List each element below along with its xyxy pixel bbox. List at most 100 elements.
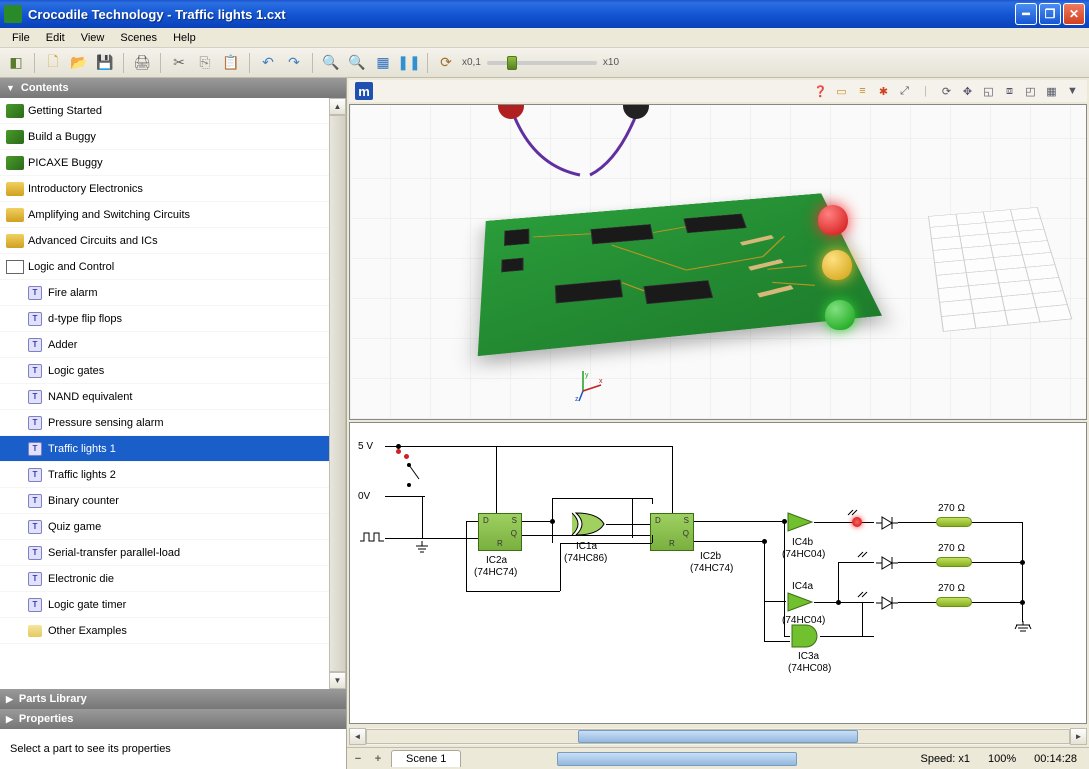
tree-item-intro-electronics[interactable]: Introductory Electronics bbox=[0, 176, 346, 202]
print-icon[interactable]: 🖨 bbox=[132, 53, 152, 73]
save-file-icon[interactable]: 💾 bbox=[95, 53, 115, 73]
menu-scenes[interactable]: Scenes bbox=[112, 30, 165, 46]
hscroll-left-icon[interactable]: ◄ bbox=[349, 728, 366, 745]
tool-menu-icon[interactable]: ▼ bbox=[1064, 83, 1081, 100]
parts-library-header[interactable]: ▶ Parts Library bbox=[0, 689, 346, 709]
tool-grid-icon[interactable]: ▦ bbox=[1043, 83, 1060, 100]
resistor2[interactable] bbox=[936, 557, 972, 567]
mode-icon[interactable]: m bbox=[355, 82, 373, 100]
speed-slider[interactable] bbox=[487, 61, 597, 65]
contents-scrollbar[interactable]: ▲ ▼ bbox=[329, 98, 346, 689]
buffer2-icon[interactable] bbox=[786, 591, 816, 613]
tree-item-adder[interactable]: TAdder bbox=[0, 332, 346, 358]
tree-item-getting-started[interactable]: Getting Started bbox=[0, 98, 346, 124]
ic4b-label: IC4b bbox=[792, 537, 813, 548]
tool-cube2-icon[interactable]: ⧈ bbox=[1001, 83, 1018, 100]
chevron-down-icon: ▼ bbox=[6, 83, 15, 93]
and-gate-icon[interactable] bbox=[790, 623, 822, 649]
tree-item-nand[interactable]: TNAND equivalent bbox=[0, 384, 346, 410]
minimize-button[interactable]: ━ bbox=[1015, 3, 1037, 25]
tool-icon[interactable]: ⟳ bbox=[436, 53, 456, 73]
zoom-plus-button[interactable]: + bbox=[371, 752, 385, 766]
menu-help[interactable]: Help bbox=[165, 30, 204, 46]
tree-item-serial-transfer[interactable]: TSerial-transfer parallel-load bbox=[0, 540, 346, 566]
contents-header[interactable]: ▼ Contents bbox=[0, 78, 346, 98]
open-file-icon[interactable]: 📂 bbox=[69, 53, 89, 73]
tool-rotate-icon[interactable]: ⟳ bbox=[938, 83, 955, 100]
tree-item-picaxe-buggy[interactable]: PICAXE Buggy bbox=[0, 150, 346, 176]
tree-item-advanced[interactable]: Advanced Circuits and ICs bbox=[0, 228, 346, 254]
contents-header-label: Contents bbox=[21, 82, 69, 94]
schematic-view[interactable]: 5 V 0V bbox=[349, 422, 1087, 724]
speed-thumb[interactable] bbox=[507, 56, 517, 70]
tree-item-pressure[interactable]: TPressure sensing alarm bbox=[0, 410, 346, 436]
zoom-minus-button[interactable]: − bbox=[351, 752, 365, 766]
tree-item-electronic-die[interactable]: TElectronic die bbox=[0, 566, 346, 592]
tree-item-logic-timer[interactable]: TLogic gate timer bbox=[0, 592, 346, 618]
pause-icon[interactable]: ❚❚ bbox=[399, 53, 419, 73]
copy-icon[interactable]: ⎘ bbox=[195, 53, 215, 73]
scroll-up-icon[interactable]: ▲ bbox=[329, 98, 346, 115]
window-title: Crocodile Technology - Traffic lights 1.… bbox=[28, 7, 1015, 22]
buffer1-icon[interactable] bbox=[786, 511, 816, 533]
grid-icon[interactable]: ▦ bbox=[373, 53, 393, 73]
ground-icon bbox=[414, 541, 430, 555]
resistor3[interactable] bbox=[936, 597, 972, 607]
schematic-hscroll[interactable]: ◄ ► bbox=[349, 728, 1087, 745]
tree-item-build-buggy[interactable]: Build a Buggy bbox=[0, 124, 346, 150]
tree-item-dtype[interactable]: Td-type flip flops bbox=[0, 306, 346, 332]
maximize-button[interactable]: ❐ bbox=[1039, 3, 1061, 25]
tool-cube3-icon[interactable]: ◰ bbox=[1022, 83, 1039, 100]
ic2b-box[interactable]: D S R Q bbox=[650, 513, 694, 551]
tree-item-traffic1[interactable]: TTraffic lights 1 bbox=[0, 436, 346, 462]
menu-edit[interactable]: Edit bbox=[38, 30, 73, 46]
new-file-icon[interactable]: 🗋 bbox=[43, 53, 63, 73]
label-5v: 5 V bbox=[358, 441, 373, 452]
switch-icon[interactable] bbox=[403, 461, 427, 491]
tree-item-traffic2[interactable]: TTraffic lights 2 bbox=[0, 462, 346, 488]
undo-icon[interactable]: ↶ bbox=[258, 53, 278, 73]
tool-move-icon[interactable]: ✥ bbox=[959, 83, 976, 100]
help-icon[interactable]: ❓ bbox=[812, 83, 829, 100]
bottom-scroll[interactable] bbox=[557, 752, 797, 766]
zoom-in-icon[interactable]: 🔍 bbox=[321, 53, 341, 73]
resistor1[interactable] bbox=[936, 517, 972, 527]
svg-text:z: z bbox=[575, 396, 579, 403]
menu-view[interactable]: View bbox=[73, 30, 113, 46]
contents-tree: Getting Started Build a Buggy PICAXE Bug… bbox=[0, 98, 346, 689]
tree-item-fire-alarm[interactable]: TFire alarm bbox=[0, 280, 346, 306]
ic2a-box[interactable]: D S R Q bbox=[478, 513, 522, 551]
zoom-out-icon[interactable]: 🔍 bbox=[347, 53, 367, 73]
properties-header[interactable]: ▶ Properties bbox=[0, 709, 346, 729]
paste-icon[interactable]: 📋 bbox=[221, 53, 241, 73]
cut-icon[interactable]: ✂ bbox=[169, 53, 189, 73]
status-bar: Speed: x1 100% 00:14:28 bbox=[920, 753, 1085, 765]
hscroll-thumb[interactable] bbox=[578, 730, 859, 743]
tool-center-icon[interactable]: ✱ bbox=[875, 83, 892, 100]
tree-item-amplifying[interactable]: Amplifying and Switching Circuits bbox=[0, 202, 346, 228]
menu-file[interactable]: File bbox=[4, 30, 38, 46]
tool-expand-icon[interactable]: ⤢ bbox=[896, 83, 913, 100]
main-area: ▼ Contents Getting Started Build a Buggy… bbox=[0, 78, 1089, 769]
tool-cube1-icon[interactable]: ◱ bbox=[980, 83, 997, 100]
redo-icon[interactable]: ↷ bbox=[284, 53, 304, 73]
tree-item-other-examples[interactable]: Other Examples bbox=[0, 618, 346, 644]
scroll-thumb[interactable] bbox=[329, 115, 346, 672]
speed-slider-area: x0,1 x10 bbox=[462, 57, 619, 68]
tool-select-icon[interactable]: ▭ bbox=[833, 83, 850, 100]
tool-align-icon[interactable]: ≡ bbox=[854, 83, 871, 100]
scroll-down-icon[interactable]: ▼ bbox=[329, 672, 346, 689]
xor-gate-icon[interactable] bbox=[568, 511, 608, 537]
tree-item-logic-control[interactable]: Logic and Control bbox=[0, 254, 346, 280]
3d-view[interactable]: document.write(''); bbox=[349, 104, 1087, 420]
tree-item-binary-counter[interactable]: TBinary counter bbox=[0, 488, 346, 514]
hscroll-right-icon[interactable]: ► bbox=[1070, 728, 1087, 745]
led-red-schematic-icon bbox=[852, 517, 862, 527]
scene-tab[interactable]: Scene 1 bbox=[391, 750, 461, 767]
tree-item-logic-gates[interactable]: TLogic gates bbox=[0, 358, 346, 384]
tree-item-quiz[interactable]: TQuiz game bbox=[0, 514, 346, 540]
hscroll-track[interactable] bbox=[366, 729, 1070, 744]
sidebar-toggle-icon[interactable]: ◧ bbox=[6, 53, 26, 73]
close-button[interactable]: ✕ bbox=[1063, 3, 1085, 25]
clock-icon bbox=[358, 531, 388, 545]
